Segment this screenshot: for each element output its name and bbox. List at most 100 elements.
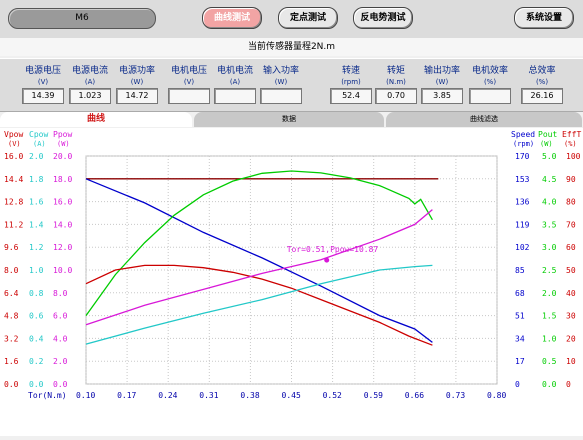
y-tick-label: 0	[566, 380, 571, 389]
x-tick-label: 0.17	[117, 391, 136, 400]
field-label: 转矩	[386, 66, 405, 76]
field-speed: 转速 (rpm) 52.4	[329, 59, 373, 104]
curve-test-button[interactable]: 曲线测试	[202, 7, 262, 29]
y-tick-label: 9.6	[4, 243, 19, 252]
y-tick-label: 12.0	[53, 243, 72, 252]
y-tick-label: 3.2	[4, 334, 19, 343]
y-tick-label: 70	[566, 220, 576, 229]
y-tick-label: 16.0	[53, 198, 72, 207]
field-torque: 转矩 (N.m) 0.70	[374, 59, 418, 104]
toolbar: M6 曲线测试 定点测试 反电势测试 系统设置	[0, 0, 583, 38]
field-label: 电机电压	[170, 66, 207, 76]
system-settings-button[interactable]: 系统设置	[514, 7, 574, 29]
performance-chart: Vpow(V) 16.0 14.4 12.8 11.2 9.6 8.0 6.4 4.8 3.2 1.…	[4, 130, 581, 400]
y-tick-label: 1.8	[29, 175, 44, 184]
axis-name-cpow: Cpow	[29, 130, 48, 139]
y-tick-label: 8.0	[53, 289, 68, 298]
chart-area: Vpow (V) 16.0 14.4 12.8 11.2 9.6 8.0 6.4 4.8 3.2 1.…	[0, 128, 583, 436]
y-tick-label: 0.6	[29, 312, 44, 321]
y-tick-label: 0.2	[29, 357, 44, 366]
x-tick-label: 0.52	[323, 391, 342, 400]
y-tick-label: 4.0	[53, 334, 68, 343]
y-tick-label: 4.8	[4, 312, 19, 321]
field-unit: (W)	[435, 78, 449, 86]
field-total-efficiency: 总效率 (%) 26.16	[520, 59, 564, 104]
field-supply-current: 电源电流 (A) 1.023	[68, 59, 112, 104]
tab-data[interactable]: 数据	[194, 112, 384, 127]
y-tick-label: 0	[515, 380, 520, 389]
field-value	[214, 88, 256, 104]
field-value: 26.16	[521, 88, 563, 104]
field-value	[469, 88, 511, 104]
field-input-power: 输入功率 (W)	[259, 59, 303, 104]
y-tick-label: 14.0	[53, 220, 72, 229]
y-tick-label: 14.4	[4, 175, 23, 184]
axis-unit-ppow: (W)	[57, 140, 70, 148]
field-value	[168, 88, 210, 104]
axis-unit-speed: (rpm)	[513, 140, 534, 148]
field-motor-current: 电机电流 (A)	[213, 59, 257, 104]
annotation-label: Tor=0.51,Ppow=10.87	[287, 245, 379, 254]
y-tick-label: 90	[566, 175, 576, 184]
field-label: 电源功率	[118, 66, 155, 76]
axis-name-vpow: Vpow	[4, 130, 23, 139]
field-label: 电机电流	[216, 66, 253, 76]
y-tick-label: 2.5	[542, 266, 557, 275]
y-tick-label: 2.0	[53, 357, 68, 366]
field-value: 1.023	[69, 88, 111, 104]
y-tick-label: 12.8	[4, 198, 23, 207]
tab-curve[interactable]: 曲线	[0, 112, 192, 127]
y-tick-label: 8.0	[4, 266, 19, 275]
x-tick-label: 0.31	[199, 391, 218, 400]
field-unit: (A)	[84, 78, 96, 86]
view-tabs: 曲线 数据 曲线滤选	[0, 112, 583, 128]
field-label: 输入功率	[262, 66, 299, 76]
fixed-point-test-button[interactable]: 定点测试	[278, 7, 338, 29]
motor-title: M6	[8, 8, 156, 29]
y-tick-label: 4.5	[542, 175, 557, 184]
field-unit: (V)	[183, 78, 195, 86]
y-tick-label: 20.0	[53, 152, 72, 161]
tab-curve-filter[interactable]: 曲线滤选	[386, 112, 582, 127]
field-value: 0.70	[375, 88, 417, 104]
axis-name-efft: EffT	[562, 130, 581, 139]
field-unit: (W)	[130, 78, 144, 86]
y-tick-label: 100	[566, 152, 581, 161]
field-supply-power: 电源功率 (W) 14.72	[115, 59, 159, 104]
field-label: 电源电压	[24, 66, 61, 76]
y-tick-label: 11.2	[4, 220, 23, 229]
y-tick-label: 60	[566, 243, 576, 252]
y-tick-label: 0.0	[542, 380, 557, 389]
field-unit: (W)	[274, 78, 288, 86]
field-unit: (N.m)	[386, 78, 406, 86]
field-unit: (A)	[229, 78, 241, 86]
axis-unit-vpow: (V)	[8, 140, 21, 148]
y-tick-label: 40	[566, 289, 576, 298]
y-tick-label: 18.0	[53, 175, 72, 184]
y-tick-label: 10.0	[53, 266, 72, 275]
y-tick-label: 10	[566, 357, 576, 366]
back-emf-test-button[interactable]: 反电势测试	[353, 7, 413, 29]
y-tick-label: 1.4	[29, 220, 44, 229]
measurement-panel: 电源电压 (V) 14.39 电源电流 (A) 1.023 电源功率 (W) 14.72 电…	[0, 58, 583, 112]
y-tick-label: 1.0	[542, 334, 557, 343]
y-tick-label: 0.0	[29, 380, 44, 389]
field-value: 14.39	[22, 88, 64, 104]
x-tick-label: 0.38	[240, 391, 259, 400]
y-tick-label: 119	[515, 220, 530, 229]
x-axis-label: Tor(N.m)	[28, 391, 67, 400]
y-tick-label: 3.0	[542, 243, 557, 252]
axis-unit-pout: (W)	[540, 140, 553, 148]
axis-unit-cpow: (A)	[33, 140, 46, 148]
y-tick-label: 4.0	[542, 198, 557, 207]
y-tick-label: 1.2	[29, 243, 44, 252]
field-unit: (V)	[37, 78, 49, 86]
y-tick-label: 0.0	[4, 380, 19, 389]
field-unit: (%)	[483, 78, 497, 86]
field-label: 转速	[341, 66, 360, 76]
x-tick-label: 0.10	[76, 391, 95, 400]
field-label: 电机效率	[471, 66, 508, 76]
y-tick-label: 3.5	[542, 220, 557, 229]
field-value: 52.4	[330, 88, 372, 104]
y-tick-label: 1.6	[4, 357, 19, 366]
